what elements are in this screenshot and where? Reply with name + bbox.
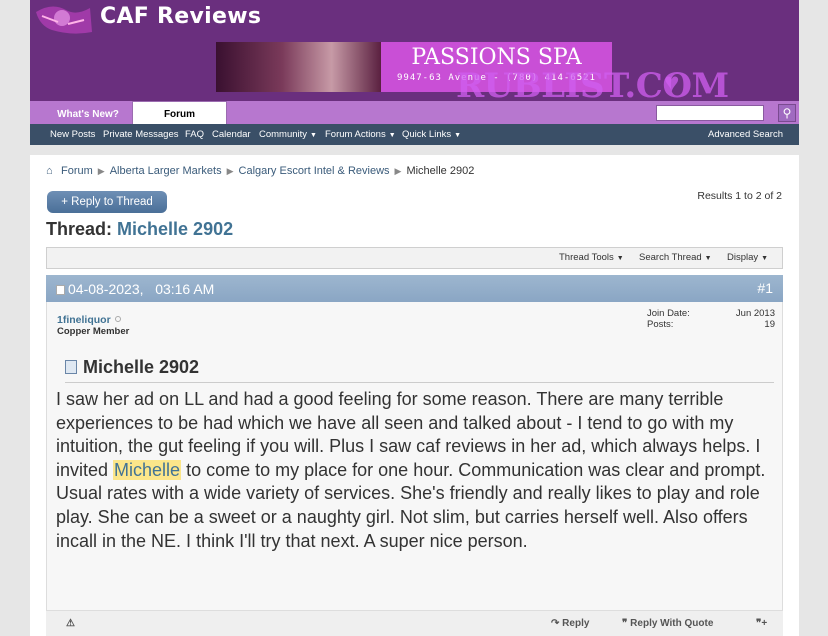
breadcrumb-calgary[interactable]: Calgary Escort Intel & Reviews bbox=[239, 165, 390, 177]
chevron-down-icon: ▼ bbox=[616, 255, 624, 262]
username[interactable]: 1fineliquor bbox=[57, 314, 111, 326]
chevron-down-icon: ▼ bbox=[454, 132, 462, 139]
logo-icon[interactable] bbox=[32, 2, 94, 36]
nav-bar: New Posts Private Messages FAQ Calendar … bbox=[30, 124, 799, 145]
posts-label: Posts: bbox=[647, 319, 674, 330]
user-info: Join Date: Jun 2013 Posts: 19 bbox=[647, 308, 775, 330]
nav-quick-links[interactable]: Quick Links ▼ bbox=[402, 124, 461, 146]
thread-title: Thread: Michelle 2902 bbox=[46, 219, 233, 240]
thread-name: Michelle 2902 bbox=[117, 219, 234, 239]
search-thread-menu[interactable]: Search Thread ▼ bbox=[639, 248, 712, 269]
join-date-label: Join Date: bbox=[647, 308, 690, 319]
results-count: Results 1 to 2 of 2 bbox=[697, 190, 782, 202]
thread-tools-bar: Thread Tools ▼ Search Thread ▼ Display ▼ bbox=[46, 247, 783, 269]
search-button[interactable]: ⚲ bbox=[778, 104, 796, 122]
nav-advanced-search[interactable]: Advanced Search bbox=[708, 124, 783, 145]
breadcrumb-separator-icon: ▶ bbox=[97, 166, 105, 176]
breadcrumb-alberta[interactable]: Alberta Larger Markets bbox=[110, 165, 222, 177]
quote-icon: ❞ bbox=[622, 618, 628, 629]
nav-private-messages[interactable]: Private Messages bbox=[103, 124, 179, 145]
post-number[interactable]: #1 bbox=[757, 280, 773, 296]
user-title: Copper Member bbox=[57, 326, 130, 337]
post-date: 04-08-2023, bbox=[68, 281, 144, 297]
reply-quote-label: Reply With Quote bbox=[630, 618, 714, 629]
search-icon: ⚲ bbox=[782, 106, 792, 120]
thread-tools-label: Thread Tools bbox=[559, 252, 614, 263]
nav-community[interactable]: Community ▼ bbox=[259, 124, 317, 146]
reply-to-thread-button[interactable]: + Reply to Thread bbox=[47, 191, 167, 213]
post-status-icon bbox=[56, 285, 65, 296]
nav-calendar[interactable]: Calendar bbox=[212, 124, 251, 145]
nav-quick-links-label: Quick Links bbox=[402, 129, 452, 140]
post-title: Michelle 2902 bbox=[65, 357, 199, 378]
search-thread-label: Search Thread bbox=[639, 252, 702, 263]
offline-status-icon bbox=[114, 316, 121, 322]
display-label: Display bbox=[727, 252, 759, 263]
nav-community-label: Community bbox=[259, 129, 308, 140]
nav-forum-actions[interactable]: Forum Actions ▼ bbox=[325, 124, 396, 146]
main-content: ⌂ Forum ▶ Alberta Larger Markets ▶ Calgary Es… bbox=[30, 155, 799, 636]
breadcrumb-current: Michelle 2902 bbox=[406, 165, 475, 177]
breadcrumb: ⌂ Forum ▶ Alberta Larger Markets ▶ Calgary Es… bbox=[46, 165, 474, 177]
tab-whats-new[interactable]: What's New? bbox=[48, 105, 128, 124]
report-warning-icon[interactable]: ⚠ bbox=[66, 618, 75, 629]
breadcrumb-forum[interactable]: Forum bbox=[61, 165, 93, 177]
nav-faq[interactable]: FAQ bbox=[185, 124, 204, 145]
post-header: 04-08-2023, 03:16 AM #1 bbox=[46, 275, 783, 302]
reply-with-quote-button[interactable]: ❞ Reply With Quote bbox=[622, 618, 713, 629]
join-date-value: Jun 2013 bbox=[735, 308, 775, 319]
chevron-down-icon: ▼ bbox=[310, 132, 317, 139]
tab-forum[interactable]: Forum bbox=[132, 101, 227, 124]
display-menu[interactable]: Display ▼ bbox=[727, 248, 768, 269]
post-footer: ⚠ ↷ Reply ❞ Reply With Quote ❞+ bbox=[46, 610, 783, 636]
divider bbox=[65, 382, 774, 383]
posts-value: 19 bbox=[764, 319, 775, 330]
nav-forum-actions-label: Forum Actions bbox=[325, 129, 386, 140]
document-icon bbox=[65, 360, 77, 374]
site-logo-text[interactable]: CAF Reviews bbox=[100, 4, 261, 29]
watermark: RUBLIST.COM bbox=[456, 66, 729, 106]
reply-icon: ↷ bbox=[551, 618, 560, 629]
thread-tools-menu[interactable]: Thread Tools ▼ bbox=[559, 248, 624, 269]
highlighted-link[interactable]: Michelle bbox=[113, 459, 182, 480]
post-title-text: Michelle 2902 bbox=[83, 357, 200, 377]
chevron-down-icon: ▼ bbox=[704, 255, 712, 262]
heart-icon: ♥ bbox=[664, 67, 680, 97]
breadcrumb-separator-icon: ▶ bbox=[226, 166, 234, 176]
chevron-down-icon: ▼ bbox=[761, 255, 769, 262]
nav-new-posts[interactable]: New Posts bbox=[50, 124, 95, 145]
reply-label: Reply bbox=[562, 618, 590, 629]
post-datetime: 04-08-2023, 03:16 AM bbox=[56, 281, 214, 297]
reply-button[interactable]: ↷ Reply bbox=[551, 618, 589, 629]
home-icon[interactable]: ⌂ bbox=[46, 165, 57, 177]
post-time: 03:16 AM bbox=[155, 281, 215, 297]
search-input[interactable] bbox=[656, 105, 764, 121]
chevron-down-icon: ▼ bbox=[388, 132, 396, 139]
banner-image bbox=[216, 42, 381, 92]
post-author[interactable]: 1fineliquor bbox=[57, 314, 121, 326]
breadcrumb-separator-icon: ▶ bbox=[394, 166, 402, 176]
post-message: I saw her ad on LL and had a good feelin… bbox=[56, 388, 782, 553]
post-body: 1fineliquor Copper Member Join Date: Jun … bbox=[46, 302, 783, 636]
multi-quote-icon[interactable]: ❞+ bbox=[756, 618, 767, 629]
thread-prefix: Thread: bbox=[46, 219, 113, 239]
